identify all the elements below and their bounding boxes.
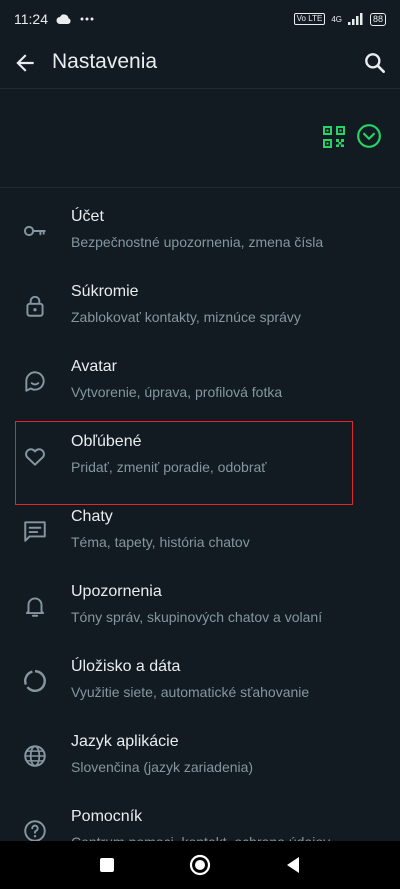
settings-item-subtitle: Bezpečnostné upozornenia, zmena čísla [71,234,324,250]
search-button[interactable] [362,50,388,76]
status-left: 11:24 [14,11,94,27]
settings-item-language[interactable]: Jazyk aplikácie Slovenčina (jazyk zariad… [0,721,400,796]
settings-item-privacy[interactable]: Súkromie Zablokovať kontakty, miznúce sp… [0,271,400,346]
settings-item-title: Obľúbené [71,433,142,450]
recents-button[interactable] [95,853,119,877]
status-bar: 11:24 Vo LTE 4G 88 [0,0,400,38]
settings-item-subtitle: Slovenčina (jazyk zariadenia) [71,759,254,775]
settings-item-chats[interactable]: Chaty Téma, tapety, história chatov [0,496,400,571]
settings-item-title: Súkromie [71,283,139,300]
home-circle-icon [189,854,211,876]
settings-item-subtitle: Využitie siete, automatické sťahovanie [71,684,310,700]
back-nav-button[interactable] [281,853,305,877]
chat-icon [22,518,48,544]
chevron-down-circle-icon [357,124,381,148]
settings-item-subtitle: Pridať, zmeniť poradie, odobrať [71,459,267,475]
settings-item-subtitle: Téma, tapety, história chatov [71,534,250,550]
back-button[interactable] [12,50,38,76]
app-bar: Nastavenia [0,38,400,88]
settings-item-subtitle: Vytvorenie, úprava, profilová fotka [71,384,283,400]
search-icon [365,53,385,73]
settings-item-title: Avatar [71,358,117,375]
battery-indicator: 88 [369,12,386,26]
cloud-icon [56,13,72,25]
key-icon [22,218,48,244]
settings-item-title: Úložisko a dáta [71,658,181,675]
qr-code-icon [323,126,345,148]
lock-icon [22,293,48,319]
arrow-left-icon [16,54,34,72]
settings-item-favorites[interactable]: Obľúbené Pridať, zmeniť poradie, odobrať [0,421,400,496]
page-title: Nastavenia [52,50,158,73]
settings-item-title: Chaty [71,508,113,525]
status-right: Vo LTE 4G 88 [293,12,386,26]
settings-item-title: Upozornenia [71,583,162,600]
square-icon [99,858,114,872]
status-time: 11:24 [14,11,48,27]
bell-icon [22,593,48,619]
heart-icon [22,443,48,469]
settings-item-notifications[interactable]: Upozornenia Tóny správ, skupinových chat… [0,571,400,646]
settings-item-subtitle: Tóny správ, skupinových chatov a volaní [71,609,323,625]
settings-item-avatar[interactable]: Avatar Vytvorenie, úprava, profilová fot… [0,346,400,421]
settings-list: Účet Bezpečnostné upozornenia, zmena čís… [0,196,400,871]
expand-profile-button[interactable] [356,123,382,149]
settings-item-title: Jazyk aplikácie [71,733,179,750]
settings-item-storage[interactable]: Úložisko a dáta Využitie siete, automati… [0,646,400,721]
settings-item-title: Pomocník [71,808,143,825]
signal-icon [347,13,364,25]
avatar-icon [22,368,48,394]
network-type: 4G [331,14,342,24]
triangle-back-icon [287,857,300,873]
storage-icon [22,668,48,694]
globe-icon [22,743,48,769]
profile-section[interactable] [0,88,400,188]
system-navigation-bar [0,841,400,889]
settings-item-account[interactable]: Účet Bezpečnostné upozornenia, zmena čís… [0,196,400,271]
settings-item-subtitle: Zablokovať kontakty, miznúce správy [71,309,301,325]
volte-badge: Vo LTE [293,13,326,25]
qr-code-button[interactable] [322,125,346,149]
more-notifications-icon [80,17,94,21]
settings-item-title: Účet [71,208,104,225]
home-button[interactable] [188,853,212,877]
